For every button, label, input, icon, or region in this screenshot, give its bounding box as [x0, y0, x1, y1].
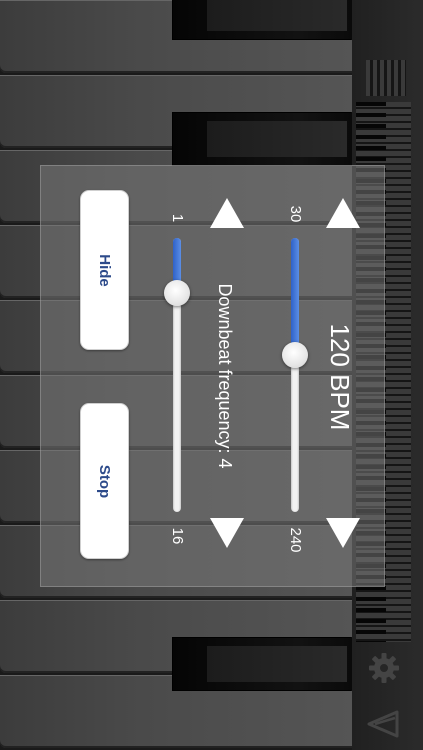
hide-button[interactable]: Hide — [80, 190, 129, 350]
downbeat-decrease-arrow-icon[interactable] — [210, 198, 244, 228]
bpm-decrease-arrow-icon[interactable] — [326, 198, 360, 228]
downbeat-min-label: 1 — [169, 213, 186, 223]
keyboard-scroll-handle[interactable] — [366, 60, 406, 96]
gear-icon[interactable] — [368, 652, 400, 684]
bpm-slider[interactable] — [291, 238, 299, 512]
piano-black-key[interactable] — [172, 637, 354, 691]
hide-button-label: Hide — [95, 253, 113, 287]
bpm-min-label: 30 — [287, 205, 304, 223]
downbeat-increase-arrow-icon[interactable] — [210, 518, 244, 548]
stop-button[interactable]: Stop — [80, 403, 129, 559]
bpm-increase-arrow-icon[interactable] — [326, 518, 360, 548]
downbeat-slider-thumb[interactable] — [164, 279, 190, 306]
piano-black-key[interactable] — [172, 112, 354, 166]
bpm-value: 120 BPM — [325, 323, 355, 431]
downbeat-frequency-label: Downbeat frequency: 4 — [215, 283, 235, 469]
bpm-max-label: 240 — [287, 527, 304, 553]
metronome-icon[interactable] — [365, 706, 401, 742]
downbeat-max-label: 16 — [169, 527, 186, 545]
bpm-slider-fill — [291, 238, 299, 356]
stop-button-label: Stop — [95, 464, 113, 498]
piano-black-key[interactable] — [172, 0, 354, 40]
